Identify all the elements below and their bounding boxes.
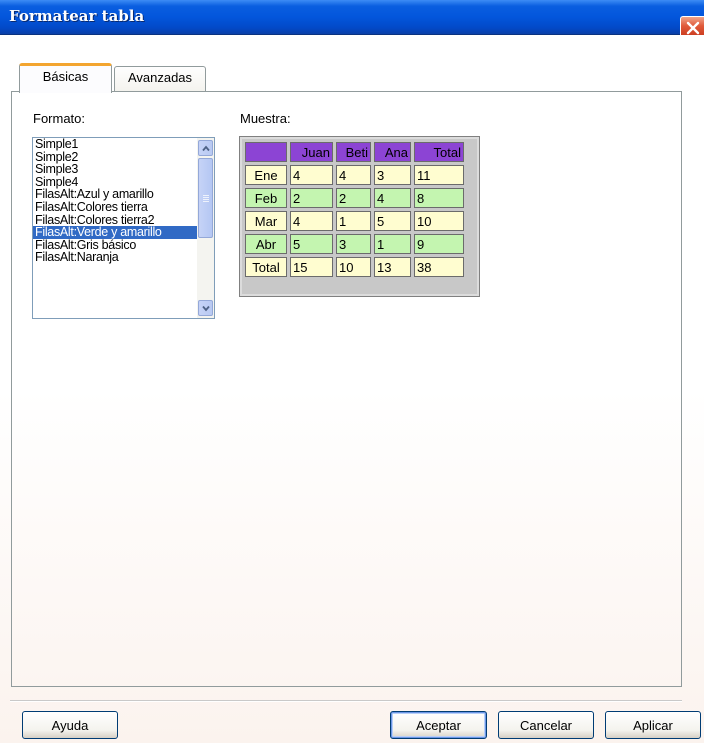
chevron-down-icon	[202, 305, 210, 312]
sample-header-cell: Juan	[290, 142, 333, 162]
tab-basicas-label: Básicas	[42, 69, 89, 84]
sample-cell: 8	[414, 188, 464, 208]
sample-cell: 10	[336, 257, 371, 277]
format-option[interactable]: FilasAlt:Verde y amarillo	[33, 226, 214, 239]
format-listbox[interactable]: Simple1 Simple2 Simple3 Simple4 FilasAlt:Azu…	[32, 137, 215, 319]
sample-cell: 4	[290, 211, 333, 231]
sample-cell: 15	[290, 257, 333, 277]
sample-header-cell: Ana	[374, 142, 411, 162]
cancel-button[interactable]: Cancelar	[498, 711, 594, 739]
sample-cell: 1	[374, 234, 411, 254]
sample-cell: 10	[414, 211, 464, 231]
sample-cell: 9	[414, 234, 464, 254]
sample-cell: 4	[374, 188, 411, 208]
sample-cell: 3	[336, 234, 371, 254]
window-title: Formatear tabla	[9, 7, 145, 25]
scroll-thumb[interactable]	[198, 158, 213, 238]
tab-avanzadas[interactable]: Avanzadas	[114, 66, 206, 91]
tab-basicas[interactable]: Básicas	[19, 63, 112, 93]
sample-cell: 38	[414, 257, 464, 277]
format-list: Simple1 Simple2 Simple3 Simple4 FilasAlt:Azu…	[33, 138, 214, 264]
tab-avanzadas-label: Avanzadas	[127, 70, 193, 85]
format-option[interactable]: Simple1	[33, 138, 214, 151]
sample-row: Total 15 10 13 38	[245, 257, 464, 277]
sample-cell: 13	[374, 257, 411, 277]
chevron-up-icon	[202, 145, 210, 152]
sample-header-row: Juan Beti Ana Total	[245, 142, 464, 162]
sample-table-preview: Juan Beti Ana Total Ene 4 4 3 11 Feb 2 2 4 8 Mar 4 1 5 10 A…	[239, 136, 480, 297]
sample-label: Muestra:	[240, 111, 291, 126]
sample-cell: 4	[336, 165, 371, 185]
sample-cell: 4	[290, 165, 333, 185]
sample-header-cell: Total	[414, 142, 464, 162]
sample-row: Ene 4 4 3 11	[245, 165, 464, 185]
sample-cell: 3	[374, 165, 411, 185]
sample-row-label: Mar	[245, 211, 287, 231]
close-icon	[686, 21, 700, 35]
button-separator	[10, 700, 682, 702]
format-scrollbar[interactable]	[197, 138, 214, 318]
scroll-up-button[interactable]	[198, 140, 213, 156]
sample-cell: 2	[290, 188, 333, 208]
sample-row: Mar 4 1 5 10	[245, 211, 464, 231]
apply-button[interactable]: Aplicar	[605, 711, 701, 739]
format-option[interactable]: FilasAlt:Naranja	[33, 251, 214, 264]
sample-header-cell: Beti	[336, 142, 371, 162]
format-label: Formato:	[33, 111, 86, 126]
sample-cell: 2	[336, 188, 371, 208]
sample-row-label: Abr	[245, 234, 287, 254]
title-bar[interactable]: Formatear tabla	[0, 0, 704, 35]
accept-button[interactable]: Aceptar	[390, 711, 487, 739]
sample-row: Abr 5 3 1 9	[245, 234, 464, 254]
sample-header-cell	[245, 142, 287, 162]
sample-cell: 5	[290, 234, 333, 254]
sample-cell: 11	[414, 165, 464, 185]
format-option[interactable]: Simple3	[33, 163, 214, 176]
sample-row-label: Feb	[245, 188, 287, 208]
sample-row: Feb 2 2 4 8	[245, 188, 464, 208]
sample-cell: 5	[374, 211, 411, 231]
sample-table: Juan Beti Ana Total Ene 4 4 3 11 Feb 2 2 4 8 Mar 4 1 5 10 A…	[242, 139, 467, 280]
help-button[interactable]: Ayuda	[22, 711, 118, 739]
sample-cell: 1	[336, 211, 371, 231]
format-option[interactable]: FilasAlt:Colores tierra	[33, 201, 214, 214]
scroll-down-button[interactable]	[198, 300, 213, 316]
sample-row-label: Ene	[245, 165, 287, 185]
sample-row-label: Total	[245, 257, 287, 277]
